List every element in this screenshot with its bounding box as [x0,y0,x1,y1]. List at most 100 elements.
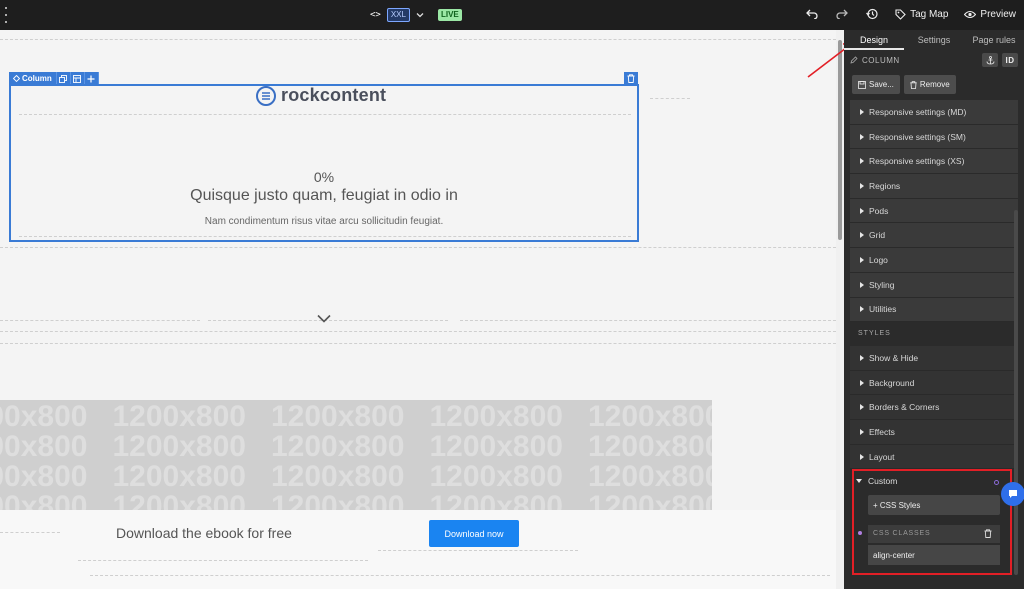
placeholder-text: 1200x800 [429,490,563,512]
history-icon[interactable] [865,7,879,21]
panel-scrollbar[interactable] [1014,210,1018,575]
css-class-input[interactable]: align-center [868,545,1000,565]
column-move-icon [13,75,20,82]
settings-item-label: Responsive settings (XS) [869,156,965,167]
caret-right-icon [860,306,864,313]
element-title: COLUMN [862,55,900,65]
add-css-styles-button[interactable]: + CSS Styles [868,495,1000,515]
placeholder-text: 1200x800 [0,430,88,463]
settings-item[interactable]: Styling [850,272,1018,298]
more-menu-icon[interactable] [4,7,8,23]
style-item[interactable]: Borders & Corners [850,395,1018,421]
region-outline [460,320,836,321]
breakpoint-badge[interactable]: XXL [386,8,410,22]
top-toolbar: <> XXL LIVE Tag Map Preview [0,0,1024,30]
settings-item-label: Regions [869,180,901,191]
settings-item[interactable]: Regions [850,174,1018,199]
tag-icon [895,8,906,20]
styles-section-label: STYLES [858,330,891,337]
redo-icon[interactable] [835,7,849,21]
settings-item-label: Grid [869,230,886,241]
editor-canvas[interactable]: 1200x800 1200x800 1200x800 1200x800 1200… [0,30,836,589]
style-item[interactable]: Show & Hide [850,346,1018,371]
section-outline [0,39,836,40]
settings-item[interactable]: Grid [850,223,1018,249]
eye-icon [964,10,977,18]
caret-right-icon [860,453,864,460]
section-outline [0,343,836,344]
placeholder-text: 1200x800 [429,460,563,493]
caret-down-icon [856,479,862,483]
help-chat-button[interactable] [1001,482,1024,506]
settings-item-label: Responsive settings (SM) [869,131,966,142]
live-status-badge: LIVE [437,9,462,21]
caret-right-icon [860,354,864,361]
tab-page-rules[interactable]: Page rules [964,30,1024,50]
settings-item[interactable]: Pods [850,198,1018,224]
settings-item[interactable]: Logo [850,248,1018,273]
settings-item[interactable]: Responsive settings (MD) [850,100,1018,125]
placeholder-text: 1200x800 [0,400,88,433]
region-outline [650,98,690,99]
settings-item[interactable]: Responsive settings (SM) [850,124,1018,150]
undo-icon[interactable] [805,7,819,21]
caret-right-icon [860,256,864,263]
chevron-down-icon[interactable] [317,314,331,323]
placeholder-text: 1200x800 [271,430,405,463]
delete-class-icon[interactable] [984,529,992,538]
save-button[interactable]: Save... [852,75,900,94]
code-icon[interactable]: <> [370,10,381,20]
download-now-button[interactable]: Download now [429,520,519,547]
style-item[interactable]: Effects [850,420,1018,445]
settings-item[interactable]: Utilities [850,297,1018,323]
settings-item-label: Pods [869,205,889,216]
tab-design[interactable]: Design [844,30,904,50]
style-item-label: Layout [869,451,895,462]
trash-icon [910,80,917,89]
placeholder-text: 1200x800 [588,490,712,512]
element-title-bar: COLUMN ID [844,51,1024,69]
placeholder-image[interactable]: 1200x800 1200x800 1200x800 1200x800 1200… [0,400,712,512]
app-root: <> XXL LIVE Tag Map Preview 0x800 1200x8… [0,0,1024,589]
caret-right-icon [860,404,864,411]
breakpoint-controls: <> XXL LIVE [370,8,462,22]
id-button[interactable]: ID [1002,53,1018,67]
indicator-dot-icon [994,480,999,485]
settings-item-label: Utilities [869,304,897,315]
settings-item-label: Styling [869,279,895,290]
css-classes-label: CSS CLASSES [868,525,1000,543]
placeholder-text: 1200x800 [112,490,246,512]
caret-right-icon [860,281,864,288]
anchor-icon[interactable] [982,53,998,67]
placeholder-text: 1200x800 [588,430,712,463]
placeholder-text: 1200x800 [588,400,712,433]
caret-right-icon [860,108,864,115]
custom-label: Custom [868,476,898,486]
tab-settings[interactable]: Settings [904,30,964,50]
settings-item[interactable]: Responsive settings (XS) [850,149,1018,175]
region-outline [378,550,578,551]
pencil-icon [850,56,858,64]
chevron-down-icon[interactable] [416,11,424,19]
style-item-label: Background [869,377,915,388]
panel-actions: Save... Remove [852,75,956,94]
tag-map-button[interactable]: Tag Map [895,9,948,20]
placeholder-text: 1200x800 [429,430,563,463]
save-icon [858,80,866,89]
style-item[interactable]: Layout [850,444,1018,470]
preview-label: Preview [980,8,1016,20]
region-outline [0,320,200,321]
hero-subline: Nam condimentum risus vitae arcu sollici… [204,216,444,227]
remove-button[interactable]: Remove [903,75,956,94]
settings-item-label: Logo [869,254,888,265]
caret-right-icon [860,182,864,189]
preview-button[interactable]: Preview [964,9,1016,20]
settings-list: Responsive settings (MD) Responsive sett… [850,100,1018,323]
section-outline [0,247,836,248]
brand-logo: rockcontent [256,85,386,106]
style-item[interactable]: Background [850,370,1018,396]
css-classes-indicator-icon [858,531,862,535]
custom-section-toggle[interactable]: Custom [856,476,897,486]
canvas-scrollbar[interactable] [836,30,844,589]
placeholder-text: 1200x800 [271,460,405,493]
